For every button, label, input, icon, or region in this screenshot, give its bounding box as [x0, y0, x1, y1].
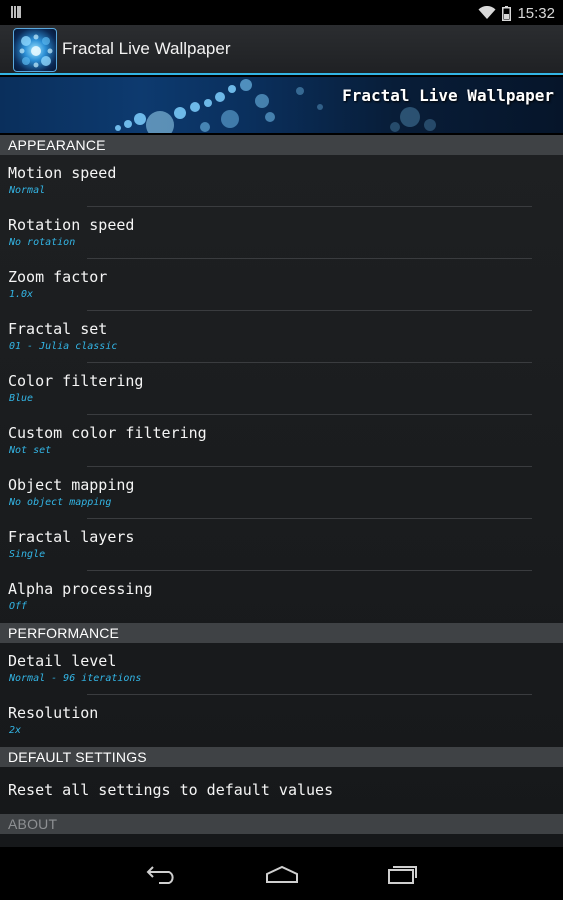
navigation-bar	[0, 847, 563, 900]
pref-summary: Not set	[9, 445, 52, 456]
pref-detail-level[interactable]: Detail level Normal - 96 iterations	[0, 643, 563, 695]
pref-title: Reset all settings to default values	[8, 781, 334, 799]
category-performance: PERFORMANCE	[0, 623, 563, 643]
pref-summary: Single	[9, 549, 46, 560]
banner-title: Fractal Live Wallpaper	[342, 86, 554, 105]
pref-color-filtering[interactable]: Color filtering Blue	[0, 363, 563, 415]
action-bar: Fractal Live Wallpaper	[0, 25, 563, 75]
category-about: ABOUT	[0, 814, 563, 834]
recent-apps-icon	[388, 866, 417, 884]
pref-title: Zoom factor	[8, 268, 108, 286]
pref-summary: Normal - 96 iterations	[9, 673, 142, 684]
pref-summary: Blue	[9, 393, 34, 404]
pref-fractal-layers[interactable]: Fractal layers Single	[0, 519, 563, 571]
pref-zoom-factor[interactable]: Zoom factor 1.0x	[0, 259, 563, 311]
pref-title: Object mapping	[8, 476, 135, 494]
pref-reset-defaults[interactable]: Reset all settings to default values	[0, 767, 563, 814]
pref-title: Detail level	[8, 652, 117, 670]
pref-summary: 01 - Julia classic	[9, 341, 118, 352]
fractal-app-icon[interactable]	[13, 28, 57, 72]
pref-rotation-speed[interactable]: Rotation speed No rotation	[0, 207, 563, 259]
back-button[interactable]	[142, 859, 182, 889]
pref-summary: 2x	[9, 725, 22, 736]
pref-title: Fractal set	[8, 320, 108, 338]
status-time: 15:32	[517, 4, 555, 22]
status-bar: 15:32	[0, 0, 563, 25]
back-icon	[146, 866, 174, 884]
wifi-icon	[478, 6, 496, 19]
pref-title: Custom color filtering	[8, 424, 207, 442]
pref-motion-speed[interactable]: Motion speed Normal	[0, 155, 563, 207]
notification-icon	[11, 6, 21, 18]
pref-title: Alpha processing	[8, 580, 153, 598]
pref-fractal-set[interactable]: Fractal set 01 - Julia classic	[0, 311, 563, 363]
pref-custom-color-filtering[interactable]: Custom color filtering Not set	[0, 415, 563, 467]
category-default-settings: DEFAULT SETTINGS	[0, 747, 563, 767]
pref-summary: No rotation	[9, 237, 76, 248]
pref-object-mapping[interactable]: Object mapping No object mapping	[0, 467, 563, 519]
home-button[interactable]	[262, 859, 302, 889]
pref-title: Rotation speed	[8, 216, 135, 234]
recent-apps-button[interactable]	[382, 859, 422, 889]
battery-icon	[502, 5, 512, 21]
home-icon	[266, 865, 298, 883]
pref-title: Motion speed	[8, 164, 117, 182]
pref-alpha-processing[interactable]: Alpha processing Off	[0, 571, 563, 623]
pref-title: Resolution	[8, 704, 99, 722]
pref-title: Color filtering	[8, 372, 144, 390]
pref-summary: Off	[9, 601, 28, 612]
fractal-banner: Fractal Live Wallpaper	[0, 77, 563, 133]
pref-summary: 1.0x	[9, 289, 34, 300]
settings-list[interactable]: APPEARANCE Motion speed Normal Rotation …	[0, 135, 563, 847]
pref-resolution[interactable]: Resolution 2x	[0, 695, 563, 747]
pref-summary: No object mapping	[9, 497, 112, 508]
pref-summary: Normal	[9, 185, 46, 196]
pref-title: Fractal layers	[8, 528, 135, 546]
category-appearance: APPEARANCE	[0, 135, 563, 155]
action-bar-title: Fractal Live Wallpaper	[62, 39, 231, 58]
